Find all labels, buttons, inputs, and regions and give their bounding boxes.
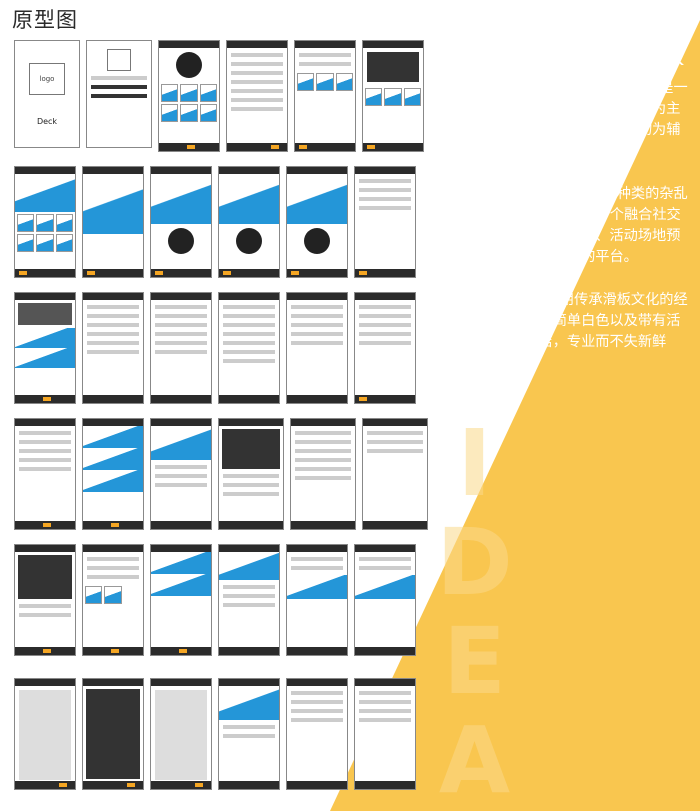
wireframe-share [354,166,416,278]
wireframe-product [218,678,280,790]
wireframe-news-detail [218,544,280,656]
wireframe-login [86,40,152,148]
wireframe-schedule [14,544,76,656]
wireframe-row [14,166,416,278]
wireframe-news [150,544,212,656]
wireframe-shop-menu [82,678,144,790]
wireframe-video [362,40,424,152]
wireframe-group [354,292,416,404]
wireframe-post-detail [150,166,212,278]
wireframe-booking [290,418,356,530]
about-paragraph: Deck的设计色调选用传承滑板文化的经典黑色、凸显影像的简单白色以及带有活力的橙… [425,292,688,371]
wireframe-signup [354,544,416,656]
wireframe-flow [14,418,76,530]
wireframe-shop [14,678,76,790]
wireframe-order [354,678,416,790]
image-placeholder-icon [107,49,131,71]
logo-placeholder: logo [29,63,65,95]
about-text: Deck（滑板的主要部分——板面）是一款针对滑板爱好者开发，以影像分享为主要功能… [425,78,690,396]
wireframe-feed [14,166,76,278]
about-paragraph: Deck改变一般社交平台图片种类的杂乱性，专注于为Deckers提供一个融合社交… [425,186,688,265]
wireframe-events [82,418,144,530]
wireframe-chat [150,292,212,404]
page-title: 原型图 [12,8,78,32]
wireframe-contacts [218,292,280,404]
wireframe-event-detail [150,418,212,530]
wireframe-row [14,678,416,790]
wireframe-post [82,166,144,278]
wireframe-shop-grid [150,678,212,790]
about-paragraph: Deck（滑板的主要部分——板面）是一款针对滑板爱好者开发，以影像分享为主要功能… [425,80,688,159]
wireframe-row [14,544,416,656]
wireframe-post-detail [286,166,348,278]
wireframe-calendar [218,418,284,530]
wireframe-list [82,544,144,656]
app-name: Deck [36,117,58,126]
wireframe-timeline [14,292,76,404]
wireframe-splash: logo Deck [14,40,80,148]
wireframe-menu [294,40,356,152]
about-title: 关于Deck [584,46,684,71]
wireframe-post-detail [218,166,280,278]
wireframe-confirm [362,418,428,530]
wireframe-article [286,544,348,656]
wireframe-chat [82,292,144,404]
wireframe-row [14,418,428,530]
wireframe-settings [226,40,288,152]
wireframe-cart [286,678,348,790]
wireframe-row: logo Deck [14,40,424,152]
wireframe-profile-grid [158,40,220,152]
wireframe-messages [286,292,348,404]
wireframe-row [14,292,416,404]
